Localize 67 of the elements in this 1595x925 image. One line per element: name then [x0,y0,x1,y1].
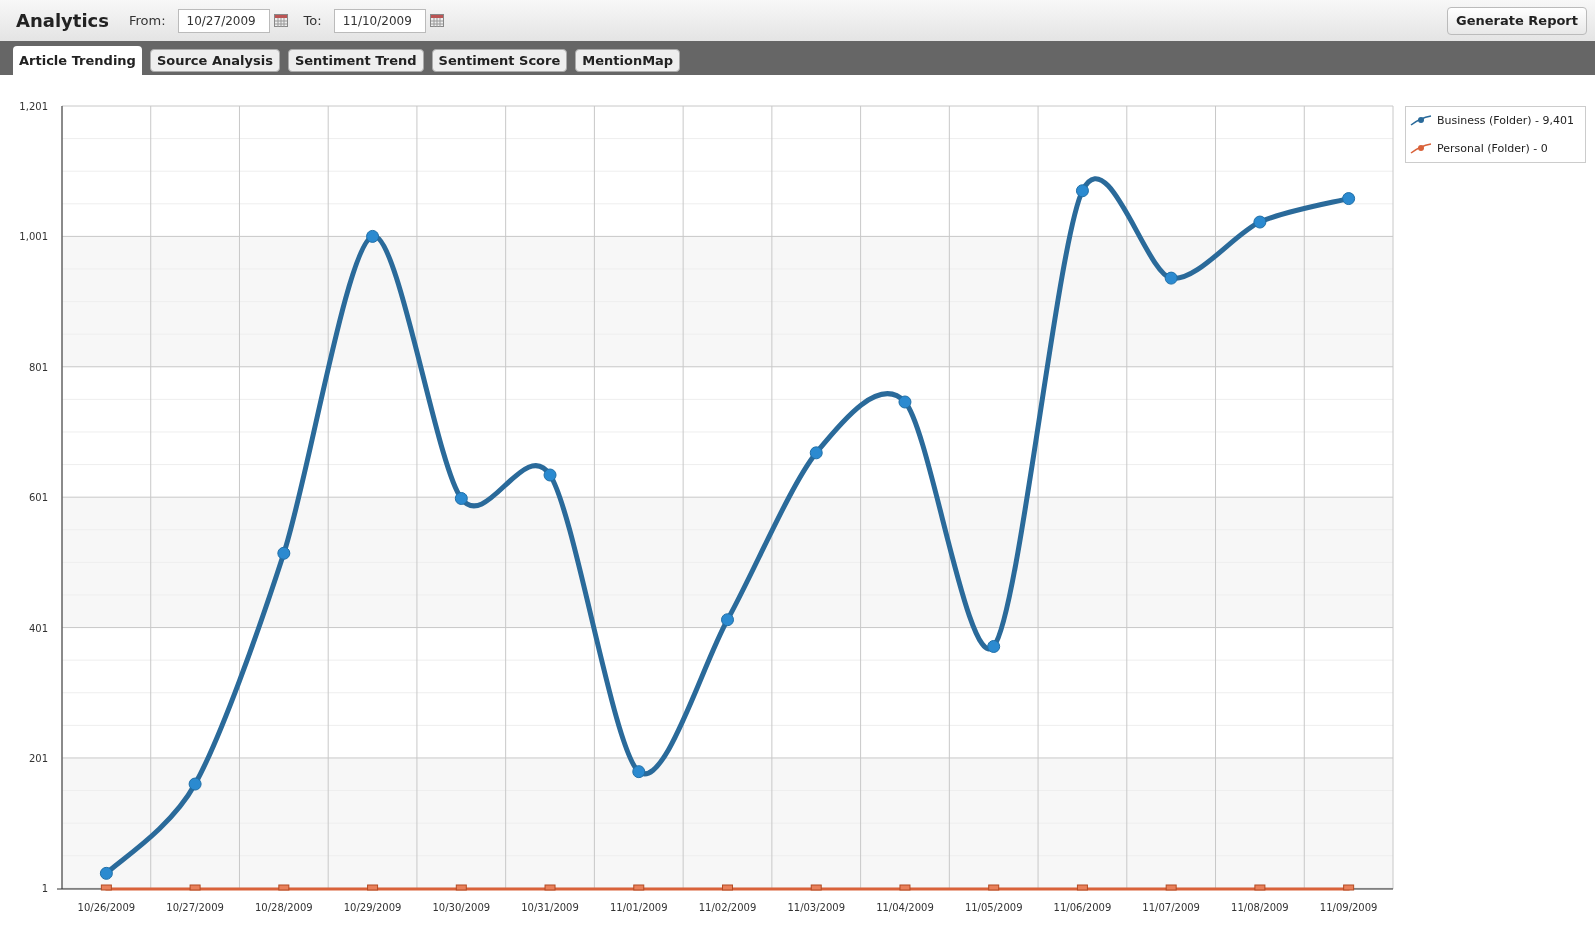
y-axis-label: 1,201 [19,101,48,112]
legend-label: Personal (Folder) - 0 [1437,142,1548,155]
data-point [1165,884,1177,891]
data-point [454,492,468,505]
data-point [188,777,202,791]
calendar-icon[interactable] [273,14,288,27]
y-axis-label: 801 [28,361,48,373]
data-point [898,395,912,409]
from-date-field[interactable]: 10/27/2009 [177,8,270,33]
data-point [366,229,380,243]
tab[interactable]: Sentiment Score [431,49,568,72]
tab[interactable]: Article Trending [13,46,142,75]
data-point [99,866,113,880]
data-point [988,884,1000,891]
x-axis-label: 11/04/2009 [876,902,934,913]
x-axis-label: 11/03/2009 [787,902,846,913]
y-axis-label: 401 [28,622,48,634]
data-point [544,884,556,891]
data-point [278,884,290,891]
x-axis-label: 11/06/2009 [1053,902,1112,913]
calendar-icon[interactable] [429,14,444,27]
x-axis-label: 11/09/2009 [1319,902,1378,913]
y-axis-label: 1 [41,883,48,895]
y-axis-label: 601 [28,492,48,504]
tab[interactable]: Sentiment Trend [287,49,424,72]
data-point [1076,884,1088,891]
data-point [987,639,1001,653]
x-axis-label: 10/31/2009 [521,902,579,913]
tab[interactable]: MentionMap [575,49,681,72]
x-axis-label: 10/26/2009 [77,902,136,913]
tab[interactable]: Source Analysis [149,49,280,72]
to-date-field[interactable]: 11/10/2009 [333,8,426,33]
data-point [543,468,557,482]
data-point [632,765,646,779]
data-point [810,884,822,891]
from-label: From: [128,11,166,30]
data-point [455,884,467,891]
data-point [633,884,645,891]
x-axis-label: 10/27/2009 [166,902,224,913]
data-point [1075,184,1089,198]
data-point [722,884,733,891]
data-point [809,446,823,460]
data-point [1343,884,1355,891]
y-axis-label: 1,001 [19,231,48,243]
data-point [1164,271,1178,285]
x-axis-label: 10/28/2009 [255,902,313,913]
x-axis-label: 11/08/2009 [1231,902,1289,913]
x-axis-label: 11/07/2009 [1142,902,1200,913]
y-axis-label: 201 [28,752,48,764]
data-point [1342,192,1356,206]
data-point [721,613,734,627]
data-point [1254,884,1266,891]
data-point [277,546,291,560]
data-point [899,884,911,891]
to-label: To: [303,11,322,30]
app-title: Analytics [16,9,109,33]
data-point [1253,215,1267,229]
x-axis-label: 11/02/2009 [698,902,757,913]
data-point [100,884,112,891]
x-axis-label: 11/05/2009 [964,902,1023,913]
x-axis-label: 11/01/2009 [609,902,668,913]
x-axis-label: 10/30/2009 [432,902,491,913]
legend-label: Business (Folder) - 9,401 [1437,114,1575,127]
data-point [189,884,201,891]
data-point [367,884,379,891]
generate-report-button[interactable]: Generate Report [1447,6,1587,35]
x-axis-label: 10/29/2009 [343,902,402,913]
